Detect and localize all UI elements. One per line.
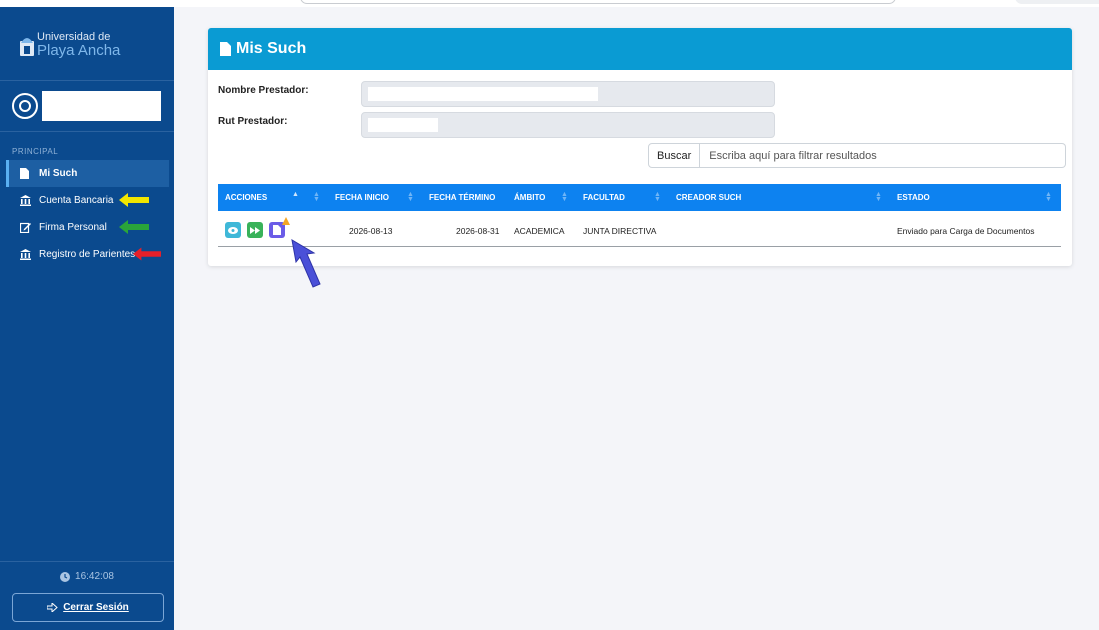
browser-button[interactable] [1015, 0, 1099, 4]
column-header[interactable]: ESTADO [897, 184, 930, 211]
table-header: ACCIONES ▲ ▲ ▼ FECHA INICIO ▲ ▼ FECHA TÉRM… [218, 184, 1061, 211]
sidebar-nav: Mi Such Cuenta Bancaria Firma Personal R… [6, 160, 169, 268]
forward-button[interactable] [247, 222, 263, 238]
sidebar-item-label: Firma Personal [39, 222, 107, 233]
redacted-value [368, 118, 438, 132]
clock-time: 16:42:08 [75, 571, 114, 582]
fecha-inicio-cell: 2026-08-13 [349, 226, 393, 236]
sort-icon: ▲ ▼ [313, 191, 320, 203]
sidebar: Universidad de Playa Ancha PRINCIPAL Mi … [0, 7, 174, 630]
logout-button[interactable]: Cerrar Sesión [12, 593, 164, 622]
file-icon [20, 168, 31, 179]
sort-icon: ▲ ▼ [407, 191, 414, 203]
document-icon [273, 225, 281, 235]
mis-such-card: Mis Such Nombre Prestador: Rut Prestador… [208, 28, 1072, 266]
column-header[interactable]: FECHA INICIO [335, 184, 389, 211]
sidebar-item-registro-parientes[interactable]: Registro de Parientes [6, 241, 169, 268]
sort-icon: ▲ ▼ [1045, 191, 1052, 203]
page-title: Mis Such [236, 40, 307, 57]
bank-icon [20, 195, 31, 206]
ambito-cell: ACADEMICA [514, 226, 565, 236]
eye-icon [228, 226, 238, 234]
session-clock: 16:42:08 [0, 571, 174, 582]
sidebar-item-label: Cuenta Bancaria [39, 195, 114, 206]
clock-icon [60, 571, 71, 582]
user-name-redacted [42, 91, 161, 121]
sidebar-item-label: Mi Such [39, 168, 78, 179]
avatar-icon [12, 93, 38, 119]
sidebar-item-firma-personal[interactable]: Firma Personal [6, 214, 169, 241]
logout-icon [47, 603, 58, 612]
column-header[interactable]: FACULTAD [583, 184, 625, 211]
table-row: 2026-08-13 2026-08-31 ACADEMICA JUNTA DI… [218, 211, 1061, 247]
divider [0, 80, 174, 81]
column-header[interactable]: CREADOR SUCH [676, 184, 741, 211]
fast-forward-icon [250, 226, 260, 234]
facultad-cell: JUNTA DIRECTIVA [583, 226, 657, 236]
fecha-termino-cell: 2026-08-31 [456, 226, 500, 236]
green-arrow-icon [119, 220, 149, 234]
nombre-prestador-label: Nombre Prestador: [218, 85, 309, 96]
search-button[interactable]: Buscar [648, 143, 701, 168]
logout-label: Cerrar Sesión [63, 602, 129, 613]
sort-icon: ▲ ▼ [875, 191, 882, 203]
divider [0, 131, 174, 132]
divider [0, 561, 174, 562]
card-header: Mis Such [208, 28, 1072, 70]
sidebar-item-label: Registro de Parientes [39, 249, 136, 260]
nombre-prestador-field [361, 81, 775, 107]
section-label: PRINCIPAL [12, 147, 59, 156]
yellow-arrow-icon [119, 193, 149, 207]
search-input[interactable]: Escriba aquí para filtrar resultados [700, 143, 1067, 168]
address-bar[interactable] [300, 0, 896, 4]
bank-icon [20, 249, 31, 260]
column-header[interactable]: FECHA TÉRMINO [429, 184, 495, 211]
brand-line2: Playa Ancha [37, 42, 121, 59]
red-arrow-icon [133, 247, 161, 261]
redacted-value [368, 87, 598, 101]
file-icon [220, 42, 231, 56]
pointer-arrow-icon [291, 239, 321, 288]
user-profile [12, 91, 161, 121]
view-button[interactable] [225, 222, 241, 238]
sidebar-item-mi-such[interactable]: Mi Such [6, 160, 169, 187]
edit-icon [20, 222, 31, 233]
browser-top-strip [0, 0, 1099, 7]
sort-icon: ▲ ▼ [561, 191, 568, 203]
sort-icon: ▲ ▼ [654, 191, 661, 203]
column-header[interactable]: ÁMBITO [514, 184, 545, 211]
sort-icon: ▲ [292, 191, 299, 198]
column-header[interactable]: ACCIONES [225, 184, 267, 211]
warning-badge-icon [282, 217, 290, 225]
rut-prestador-field [361, 112, 775, 138]
brand-logo[interactable]: Universidad de Playa Ancha [20, 32, 120, 58]
estado-cell: Enviado para Carga de Documentos [897, 226, 1035, 236]
sidebar-item-cuenta-bancaria[interactable]: Cuenta Bancaria [6, 187, 169, 214]
search-group: Buscar Escriba aquí para filtrar resulta… [648, 143, 1067, 168]
university-logo-icon [20, 37, 34, 56]
rut-prestador-label: Rut Prestador: [218, 116, 288, 127]
